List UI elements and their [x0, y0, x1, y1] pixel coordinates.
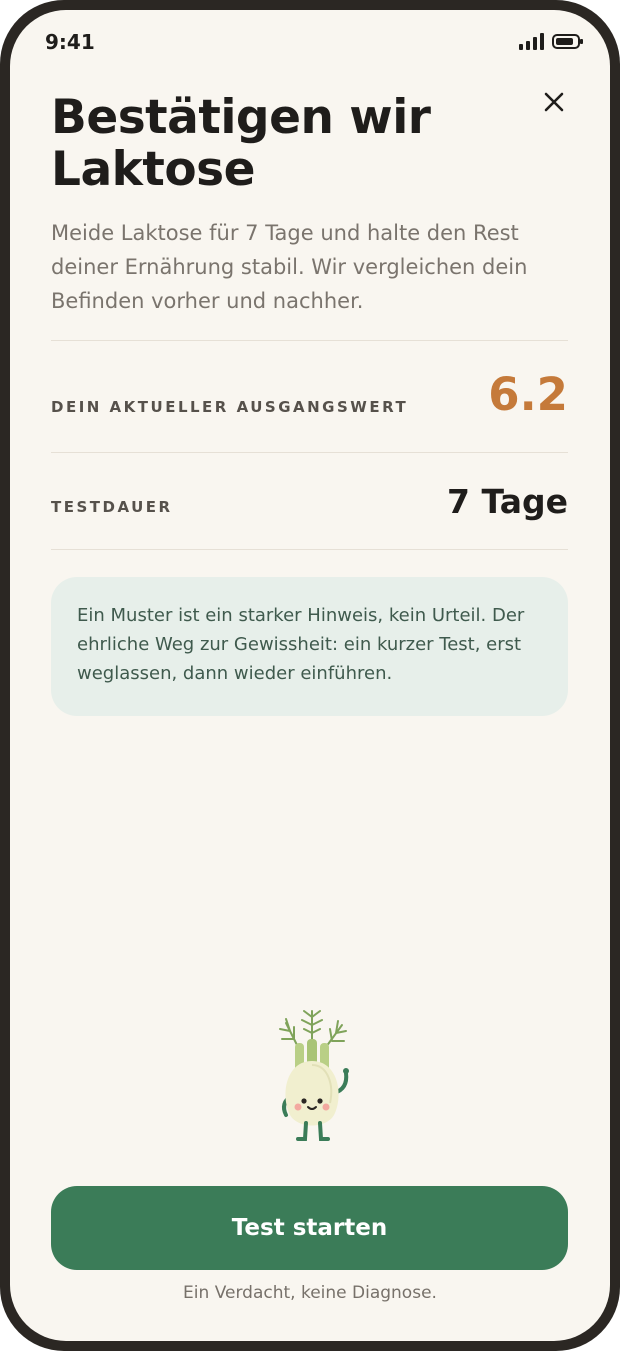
page-title: Bestätigen wir Laktose	[51, 90, 431, 197]
duration-value: 7 Tage	[447, 482, 568, 521]
battery-icon	[552, 33, 583, 49]
baseline-label: DEIN AKTUELLER AUSGANGSWERT	[51, 398, 409, 416]
info-note-text: Ein Muster ist ein starker Hinweis, kein…	[77, 605, 525, 684]
status-time: 9:41	[45, 30, 95, 54]
divider	[51, 549, 568, 550]
cellular-signal-icon	[519, 32, 544, 50]
phone-frame: 9:41 Bestätigen wir Laktose Meide Laktos…	[0, 0, 620, 1351]
close-icon	[544, 92, 564, 112]
duration-label: TESTDAUER	[51, 498, 173, 516]
fennel-mascot-illustration	[279, 1010, 349, 1141]
status-icons	[519, 32, 583, 50]
intro-text: Meide Laktose für 7 Tage und halte den R…	[51, 221, 528, 313]
baseline-value: 6.2	[488, 368, 568, 421]
info-note-card: Ein Muster ist ein starker Hinweis, kein…	[51, 577, 568, 716]
divider	[51, 340, 568, 341]
app-screen: 9:41 Bestätigen wir Laktose Meide Laktos…	[10, 10, 610, 1341]
start-test-button[interactable]: Test starten	[51, 1186, 568, 1270]
close-button[interactable]	[540, 88, 568, 116]
divider	[51, 452, 568, 453]
disclaimer-text: Ein Verdacht, keine Diagnose.	[183, 1283, 437, 1303]
